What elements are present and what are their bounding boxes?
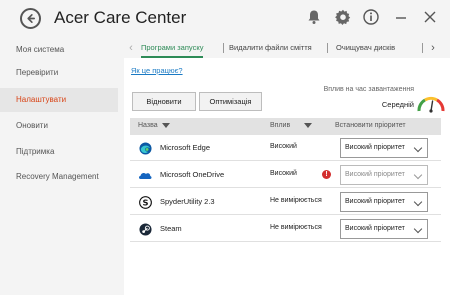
- tab-divider: [422, 43, 423, 53]
- tab-divider: [223, 43, 224, 53]
- column-header-impact[interactable]: Вплив: [270, 122, 313, 129]
- program-name: Microsoft OneDrive: [160, 170, 225, 179]
- table-row: Microsoft OneDrive Високий ! Високий прі…: [130, 162, 441, 188]
- sort-desc-icon: [161, 123, 170, 128]
- onedrive-icon: [138, 168, 152, 182]
- tab-startup-programs[interactable]: Програми запуску: [141, 42, 204, 58]
- info-icon[interactable]: [362, 8, 380, 26]
- column-priority-label: Встановити пріоритет: [335, 122, 406, 129]
- chevron-down-icon: [413, 197, 423, 207]
- spyder-icon: S: [138, 195, 152, 209]
- program-impact: Не вимірюється: [270, 197, 322, 204]
- minimize-icon[interactable]: [392, 8, 410, 26]
- app-title: Acer Care Center: [54, 8, 187, 27]
- steam-icon: [138, 222, 152, 236]
- priority-select[interactable]: Високий пріоритет: [340, 192, 428, 212]
- boot-impact-gauge: [417, 96, 445, 113]
- boot-impact-value: Середній: [381, 100, 414, 109]
- program-name: SpyderUtility 2.3: [160, 197, 215, 206]
- priority-select-value: Високий пріоритет: [345, 198, 405, 205]
- sidebar-item-recovery[interactable]: Recovery Management: [0, 165, 118, 189]
- chevron-left-icon[interactable]: ‹: [126, 41, 136, 55]
- program-impact: Високий: [270, 143, 297, 150]
- tab-divider: [327, 43, 328, 53]
- column-impact-label: Вплив: [270, 122, 291, 129]
- column-header-priority: Встановити пріоритет: [335, 122, 406, 129]
- title-bar: Acer Care Center: [0, 0, 450, 38]
- sidebar-item-update[interactable]: Оновити: [0, 114, 118, 138]
- chevron-right-icon[interactable]: ›: [428, 41, 438, 55]
- program-name: Steam: [160, 224, 182, 233]
- back-icon[interactable]: [20, 8, 41, 29]
- chevron-down-icon: [413, 143, 423, 153]
- close-icon[interactable]: [421, 8, 439, 26]
- program-impact: Не вимірюється: [270, 224, 322, 231]
- program-name: Microsoft Edge: [160, 143, 211, 152]
- priority-select[interactable]: Високий пріоритет: [340, 165, 428, 185]
- app-window: Acer Care Center Моя система Перевірити …: [0, 0, 450, 295]
- table-row: Microsoft Edge Високий Високий пріоритет: [130, 135, 441, 161]
- sidebar-item-my-system[interactable]: Моя система: [0, 38, 118, 62]
- tab-bar: ‹ Програми запуску Видалити файли сміття…: [124, 38, 450, 58]
- restore-button[interactable]: Відновити: [132, 92, 196, 111]
- priority-select-value: Високий пріоритет: [345, 225, 405, 232]
- bell-icon[interactable]: [305, 8, 323, 26]
- priority-select-value: Високий пріоритет: [345, 144, 405, 151]
- sidebar-item-support[interactable]: Підтримка: [0, 140, 118, 164]
- warning-icon: !: [322, 170, 331, 179]
- how-it-works-link[interactable]: Як це працює?: [131, 66, 183, 75]
- sidebar: Моя система Перевірити Налаштувати Онови…: [0, 38, 118, 295]
- priority-select[interactable]: Високий пріоритет: [340, 219, 428, 239]
- main-panel: ‹ Програми запуску Видалити файли сміття…: [118, 38, 450, 295]
- column-header-name[interactable]: Назва: [138, 122, 170, 129]
- gear-icon[interactable]: [334, 8, 352, 26]
- priority-select-value: Високий пріоритет: [345, 171, 405, 178]
- boot-impact-label: Вплив на час завантаження: [323, 86, 414, 93]
- startup-content: Як це працює? Відновити Оптимізація Впли…: [124, 58, 450, 295]
- sidebar-item-tune-up[interactable]: Налаштувати: [0, 88, 118, 112]
- column-name-label: Назва: [138, 122, 158, 129]
- sort-desc-icon: [304, 123, 313, 128]
- sidebar-item-check[interactable]: Перевірити: [0, 61, 118, 85]
- edge-icon: [138, 141, 152, 155]
- svg-text:S: S: [142, 197, 148, 207]
- optimize-button[interactable]: Оптимізація: [199, 92, 262, 111]
- chevron-down-icon: [413, 224, 423, 234]
- tab-disk-cleaner[interactable]: Очищувач дисків: [336, 42, 395, 58]
- priority-select[interactable]: Високий пріоритет: [340, 138, 428, 158]
- table-row: Steam Не вимірюється Високий пріоритет: [130, 216, 441, 242]
- table-row: S SpyderUtility 2.3 Не вимірюється Висок…: [130, 189, 441, 215]
- program-impact: Високий: [270, 170, 297, 177]
- chevron-down-icon: [413, 170, 423, 180]
- table-header: Назва Вплив Встановити пріоритет: [130, 118, 441, 135]
- tab-delete-junk-files[interactable]: Видалити файли сміття: [229, 42, 312, 58]
